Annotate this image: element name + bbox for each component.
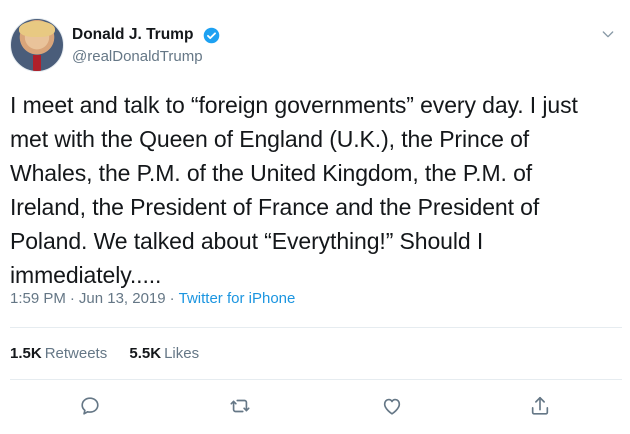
tweet-header: Donald J. Trump @realDonaldTrump xyxy=(10,16,620,74)
tweet-source-link[interactable]: Twitter for iPhone xyxy=(179,290,296,307)
likes-count: 5.5K xyxy=(129,345,162,362)
author-handle[interactable]: @realDonaldTrump xyxy=(72,48,220,65)
tweet-metadata: 1:59 PM · Jun 13, 2019 · Twitter for iPhone xyxy=(10,290,295,307)
retweets-count: 1.5K xyxy=(10,345,42,362)
avatar-hair xyxy=(19,21,55,37)
reply-button[interactable] xyxy=(76,392,104,420)
likes-label: Likes xyxy=(164,345,200,362)
avatar-tie xyxy=(33,55,41,71)
retweet-icon xyxy=(230,399,250,413)
chevron-down-icon[interactable] xyxy=(600,26,616,42)
divider xyxy=(10,379,622,380)
meta-separator: · xyxy=(69,290,75,307)
display-name[interactable]: Donald J. Trump xyxy=(72,26,193,44)
share-icon xyxy=(531,396,549,415)
like-icon xyxy=(383,398,401,415)
share-button[interactable] xyxy=(526,392,554,420)
reply-icon xyxy=(81,397,99,415)
like-button[interactable] xyxy=(378,392,406,420)
verified-badge-icon xyxy=(203,27,220,43)
tweet-actions xyxy=(0,392,630,422)
tweet-time[interactable]: 1:59 PM xyxy=(10,290,66,307)
tweet-stats: 1.5K Retweets 5.5K Likes xyxy=(10,345,217,362)
author-names: Donald J. Trump @realDonaldTrump xyxy=(72,26,220,65)
likes-stat[interactable]: 5.5K Likes xyxy=(129,345,199,362)
divider xyxy=(10,327,622,328)
tweet-date[interactable]: Jun 13, 2019 xyxy=(79,290,166,307)
tweet-card: Donald J. Trump @realDonaldTrump I meet … xyxy=(0,0,630,434)
retweet-button[interactable] xyxy=(226,392,254,420)
avatar[interactable] xyxy=(10,18,64,72)
retweets-label: Retweets xyxy=(44,345,108,362)
meta-separator: · xyxy=(169,290,175,307)
retweets-stat[interactable]: 1.5K Retweets xyxy=(10,345,107,362)
tweet-text: I meet and talk to “foreign governments”… xyxy=(10,92,578,288)
